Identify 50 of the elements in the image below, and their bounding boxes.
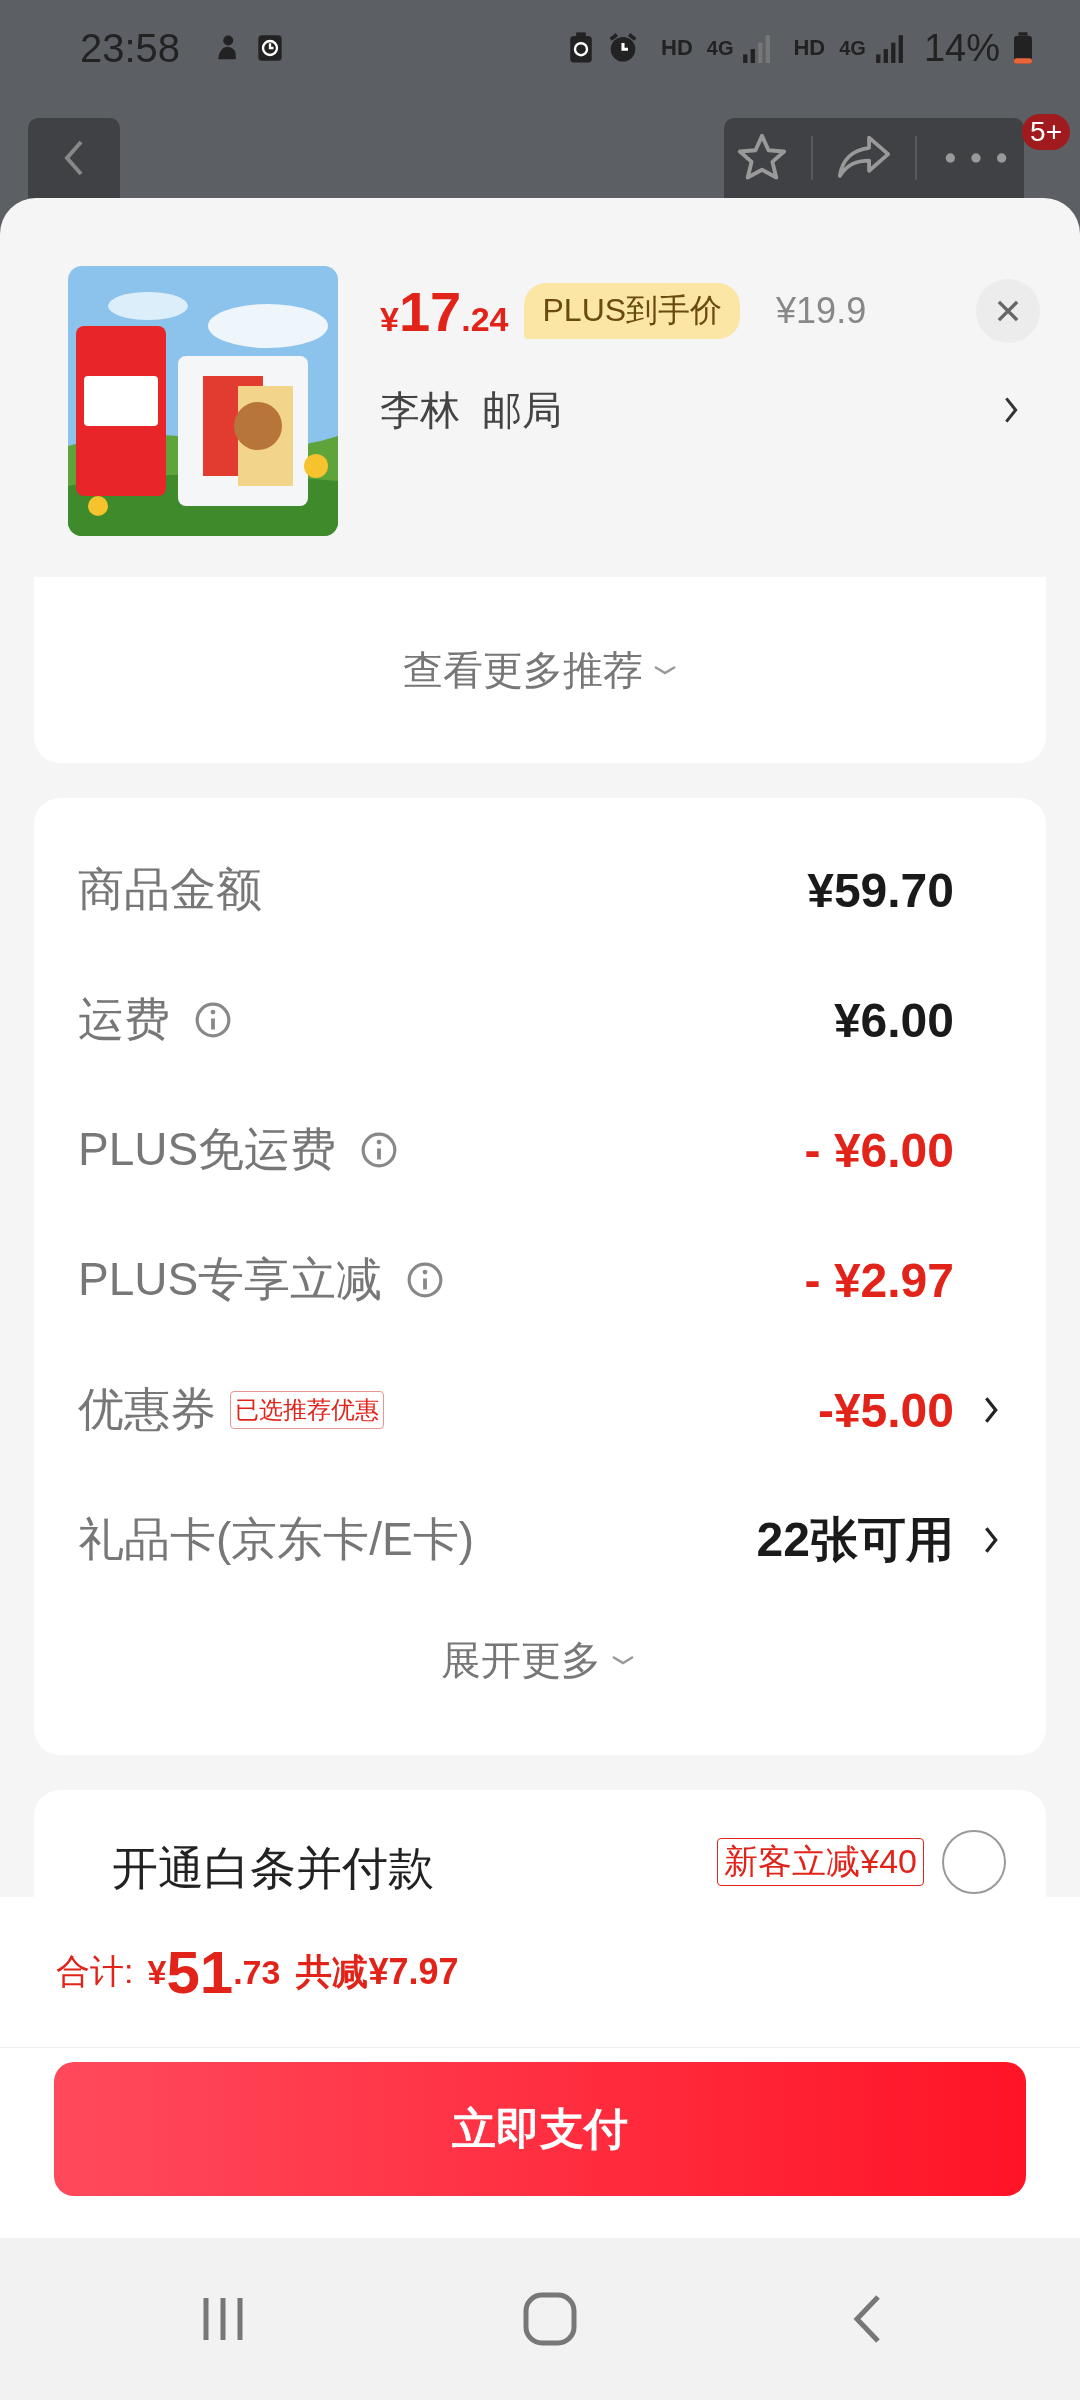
coupon-tag: 已选推荐优惠 <box>230 1391 384 1429</box>
close-icon <box>995 298 1021 324</box>
row-label: PLUS专享立减 <box>78 1252 383 1307</box>
battery-percent: 14% <box>923 26 1000 70</box>
status-time: 23:58 <box>80 25 181 71</box>
address-text: 李林 邮局 <box>380 386 564 434</box>
row-label: 礼品卡(京东卡/E卡) <box>78 1512 475 1567</box>
promo-tag: 新客立减¥40 <box>717 1838 924 1886</box>
row-value: - ¥6.00 <box>804 1122 954 1178</box>
signal-icon <box>873 33 904 63</box>
battery-saver-icon <box>569 32 593 64</box>
signal-icon <box>741 33 772 63</box>
back-icon[interactable] <box>852 2294 883 2344</box>
row-value: 22张可用 <box>756 1512 954 1568</box>
expand-more-link[interactable]: 展开更多 <box>78 1605 998 1715</box>
row-value: - ¥2.97 <box>804 1252 954 1308</box>
more-recommend-link[interactable]: 查看更多推荐 <box>403 642 677 698</box>
notification-badge: 5+ <box>1022 114 1070 150</box>
plus-price: ¥17.24 <box>380 278 509 344</box>
original-price: ¥19.9 <box>776 290 867 332</box>
payment-option-label: 开通白条并付款 <box>112 1841 434 1896</box>
clock-icon <box>256 33 285 63</box>
row-label: 商品金额 <box>78 862 262 917</box>
row-label: 优惠券 <box>78 1382 216 1437</box>
chevron-right-icon[interactable] <box>984 1526 998 1554</box>
info-icon[interactable] <box>406 1261 445 1299</box>
network-label: HD <box>793 35 826 61</box>
pay-button[interactable]: 立即支付 <box>54 2062 1026 2196</box>
row-value: ¥59.70 <box>807 862 954 918</box>
radio-button[interactable] <box>942 1830 1006 1894</box>
home-icon[interactable] <box>523 2292 577 2346</box>
back-icon <box>64 138 84 178</box>
row-value: ¥6.00 <box>833 992 954 1048</box>
back-button[interactable] <box>28 118 120 198</box>
chevron-down-icon <box>653 664 677 676</box>
row-value: -¥5.00 <box>817 1382 954 1438</box>
network-type: 4G <box>706 36 734 60</box>
alarm-icon <box>607 32 639 64</box>
row-label: 运费 <box>78 992 170 1047</box>
battery-icon <box>1014 32 1032 64</box>
chevron-right-icon[interactable] <box>984 1396 998 1424</box>
network-type: 4G <box>839 36 866 60</box>
address-row[interactable]: 李林 邮局 <box>380 380 1040 440</box>
chevron-right-icon <box>1004 396 1018 424</box>
price-tag: PLUS到手价 <box>524 283 741 339</box>
chevron-down-icon <box>611 1654 635 1666</box>
network-label: HD <box>661 35 693 61</box>
row-label: PLUS免运费 <box>78 1122 337 1177</box>
info-icon[interactable] <box>194 1001 232 1039</box>
info-icon[interactable] <box>360 1131 399 1169</box>
